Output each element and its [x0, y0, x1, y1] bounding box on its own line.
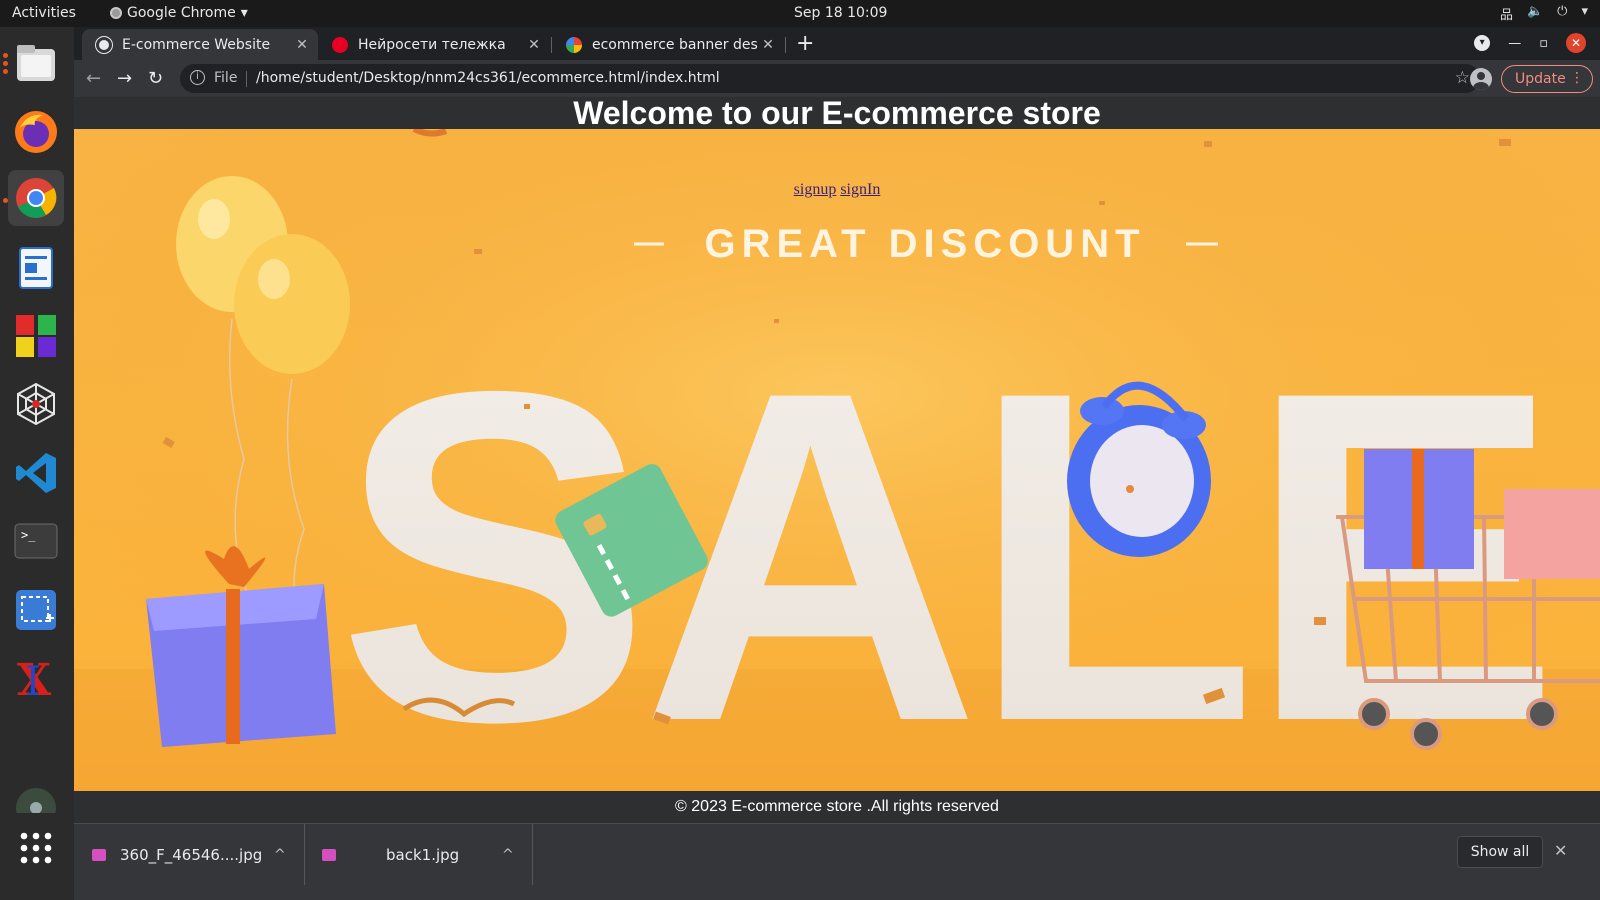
image-file-icon: [92, 848, 106, 861]
sale-banner-image: GREAT DISCOUNT SALE signup signIn: [74, 129, 1600, 791]
signup-link[interactable]: signup: [794, 181, 837, 198]
dock: >_ XI: [0, 27, 74, 900]
close-downloads-icon[interactable]: ✕: [1554, 841, 1567, 860]
tab-search-icon[interactable]: ▾: [1474, 35, 1491, 51]
download-item[interactable]: back1.jpg ^: [304, 824, 532, 885]
reload-button[interactable]: ↻: [148, 68, 163, 89]
google-icon: [566, 36, 582, 53]
browser-toolbar: ← → ↻ i File /home/student/Desktop/nnm24…: [74, 60, 1600, 97]
downloads-bar: 360_F_46546....jpg ^ back1.jpg ^ Show al…: [74, 823, 1600, 900]
close-tab-icon[interactable]: ✕: [524, 37, 544, 53]
spiderweb-app-icon[interactable]: [8, 376, 64, 432]
chrome-app-icon: [110, 7, 122, 19]
web-page: Welcome to our E-commerce store GREAT DI…: [74, 97, 1600, 823]
tab-ecommerce-website[interactable]: E-commerce Website ✕: [82, 29, 318, 60]
update-button[interactable]: Update ⋮: [1501, 65, 1593, 93]
signin-link[interactable]: signIn: [840, 181, 880, 198]
close-tab-icon[interactable]: ✕: [758, 37, 778, 53]
bookmark-star-icon[interactable]: ☆: [1455, 68, 1470, 88]
forward-button[interactable]: →: [117, 68, 132, 89]
show-all-button[interactable]: Show all: [1457, 836, 1543, 868]
caret-down-icon: ▾: [1581, 4, 1588, 19]
power-icon: ⏻: [1557, 4, 1568, 19]
auth-links: signup signIn: [74, 181, 1600, 199]
app-menu-label: Google Chrome: [127, 5, 236, 21]
system-top-bar: Activities Google Chrome ▾ Sep 18 10:09 …: [0, 0, 1600, 27]
tab-ecommerce-banner[interactable]: ecommerce banner desig ✕: [552, 29, 784, 60]
svg-text:I: I: [25, 659, 41, 701]
page-title: Welcome to our E-commerce store: [74, 97, 1600, 129]
network-icon: 品: [1499, 8, 1513, 23]
blocks-app-icon[interactable]: [8, 308, 64, 364]
page-footer: © 2023 E-commerce store .All rights rese…: [74, 791, 1600, 823]
download-filename: 360_F_46546....jpg: [120, 845, 263, 864]
tab-strip: E-commerce Website ✕ Нейросети тележка ✕…: [74, 27, 1600, 60]
dvd-app-icon[interactable]: [8, 787, 64, 813]
chevron-up-icon[interactable]: ^: [502, 847, 514, 863]
volume-icon: 🔈: [1526, 4, 1544, 19]
minimize-button[interactable]: —: [1508, 36, 1521, 51]
update-label: Update: [1515, 71, 1566, 87]
writer-app-icon[interactable]: [8, 240, 64, 296]
url-text[interactable]: /home/student/Desktop/nnm24cs361/ecommer…: [256, 70, 720, 86]
svg-text:>_: >_: [21, 528, 36, 542]
screenshot-app-icon[interactable]: [8, 582, 64, 638]
download-item[interactable]: 360_F_46546....jpg ^: [74, 824, 304, 885]
vscode-app-icon[interactable]: [8, 445, 64, 501]
clock[interactable]: Sep 18 10:09: [794, 5, 887, 21]
url-scheme-label: File: [214, 70, 238, 86]
image-file-icon: [322, 848, 336, 861]
back-button[interactable]: ←: [86, 68, 101, 89]
close-window-button[interactable]: ✕: [1566, 33, 1586, 53]
tab-title: E-commerce Website: [122, 36, 271, 53]
chevron-up-icon[interactable]: ^: [274, 847, 286, 863]
texstudio-app-icon[interactable]: XI: [8, 650, 64, 706]
maximize-button[interactable]: ▫: [1539, 36, 1548, 51]
new-tab-button[interactable]: +: [796, 31, 814, 56]
chrome-app-icon[interactable]: [8, 170, 64, 226]
download-filename: back1.jpg: [386, 845, 460, 864]
address-bar[interactable]: i File /home/student/Desktop/nnm24cs361/…: [180, 64, 1480, 93]
files-app-icon[interactable]: [8, 35, 64, 91]
tab-neural-cart[interactable]: Нейросети тележка ✕: [318, 29, 550, 60]
banner-subtitle: GREAT DISCOUNT: [704, 222, 1145, 266]
app-menu[interactable]: Google Chrome ▾: [110, 5, 248, 21]
more-menu-icon[interactable]: ⋮: [1570, 70, 1584, 86]
tab-title: ecommerce banner desig: [592, 36, 758, 53]
show-applications-icon[interactable]: [8, 820, 64, 876]
site-info-icon[interactable]: i: [190, 70, 205, 85]
window-controls: ▾ — ▫ ✕: [1474, 33, 1586, 53]
tab-title: Нейросети тележка: [358, 36, 506, 53]
firefox-app-icon[interactable]: [8, 104, 64, 160]
pinterest-icon: [332, 36, 348, 53]
profile-avatar-icon[interactable]: [1470, 68, 1492, 90]
activities-button[interactable]: Activities: [12, 5, 76, 21]
close-tab-icon[interactable]: ✕: [292, 37, 312, 53]
globe-icon: [95, 35, 113, 54]
system-tray[interactable]: 品 🔈 ⏻ ▾: [1500, 4, 1588, 23]
caret-down-icon: ▾: [240, 5, 248, 21]
terminal-app-icon[interactable]: >_: [8, 513, 64, 569]
